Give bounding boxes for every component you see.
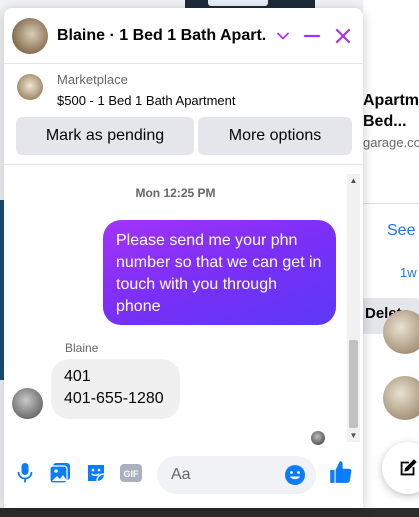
incoming-message-line: 401	[64, 368, 91, 385]
photo-icon	[49, 463, 70, 484]
minimize-icon	[303, 34, 321, 38]
chat-header[interactable]: Blaine · 1 Bed 1 Bath Apart...	[4, 8, 363, 64]
more-options-button[interactable]: More options	[198, 117, 352, 155]
listing-title[interactable]: $500 - 1 Bed 1 Bath Apartment	[57, 93, 236, 108]
compose-icon	[400, 459, 417, 476]
background-listing-card	[363, 0, 419, 517]
microphone-icon	[17, 463, 33, 483]
sender-avatar[interactable]	[12, 388, 43, 419]
scroll-up-arrow-icon[interactable]: ▲	[347, 174, 360, 187]
emoji-icon[interactable]	[284, 464, 306, 486]
background-listing-title[interactable]: Apartment- Bed...	[363, 90, 419, 132]
close-button[interactable]	[329, 22, 357, 50]
read-receipt-avatar	[311, 431, 325, 445]
listing-thumbnail[interactable]	[17, 74, 43, 100]
close-icon	[335, 28, 351, 44]
avatar[interactable]	[12, 17, 48, 54]
voice-clip-button[interactable]	[12, 460, 38, 486]
taskbar-strip	[0, 508, 419, 517]
background-badge	[208, 0, 268, 6]
scrollbar-thumb[interactable]	[349, 340, 358, 428]
sender-name: Blaine	[65, 341, 99, 355]
message-timestamp: Mon 12:25 PM	[135, 186, 216, 200]
background-thumbnail[interactable]	[383, 376, 419, 420]
sticker-button[interactable]	[83, 460, 109, 486]
chat-title[interactable]: Blaine · 1 Bed 1 Bath Apart...	[57, 27, 267, 45]
chat-window: Blaine · 1 Bed 1 Bath Apart... Marketpla…	[4, 8, 363, 508]
message-scrollbar[interactable]: ▲ ▼	[347, 174, 360, 442]
incoming-message-line: 401-655-1280	[64, 390, 164, 407]
svg-text:GIF: GIF	[124, 469, 140, 479]
message-thread: Mon 12:25 PM Please send me your phn num…	[4, 166, 347, 445]
mark-as-pending-button[interactable]: Mark as pending	[16, 117, 194, 155]
background-listing-domain: garage.com	[363, 135, 419, 150]
sticker-icon	[88, 465, 105, 482]
send-like-button[interactable]	[327, 458, 355, 486]
scroll-down-arrow-icon[interactable]: ▼	[347, 429, 360, 442]
incoming-message[interactable]: 401 401-655-1280	[51, 359, 180, 419]
outgoing-message[interactable]: Please send me your phn number so that w…	[103, 220, 336, 325]
gif-icon: GIF	[120, 464, 142, 482]
minimize-button[interactable]	[298, 22, 326, 50]
see-all-link[interactable]: See	[387, 222, 415, 240]
background-thumbnail[interactable]	[383, 310, 419, 354]
background-divider	[363, 203, 419, 204]
thumbs-up-icon	[330, 461, 352, 483]
attach-photo-button[interactable]	[47, 460, 73, 486]
chat-options-button[interactable]	[269, 22, 297, 50]
chevron-down-icon	[277, 32, 289, 40]
marketplace-listing-banner: Marketplace $500 - 1 Bed 1 Bath Apartmen…	[4, 65, 363, 165]
background-time-ago[interactable]: 1w	[400, 265, 417, 280]
gif-button[interactable]: GIF	[118, 460, 144, 486]
message-composer: GIF	[4, 448, 363, 504]
listing-source: Marketplace	[57, 72, 128, 87]
